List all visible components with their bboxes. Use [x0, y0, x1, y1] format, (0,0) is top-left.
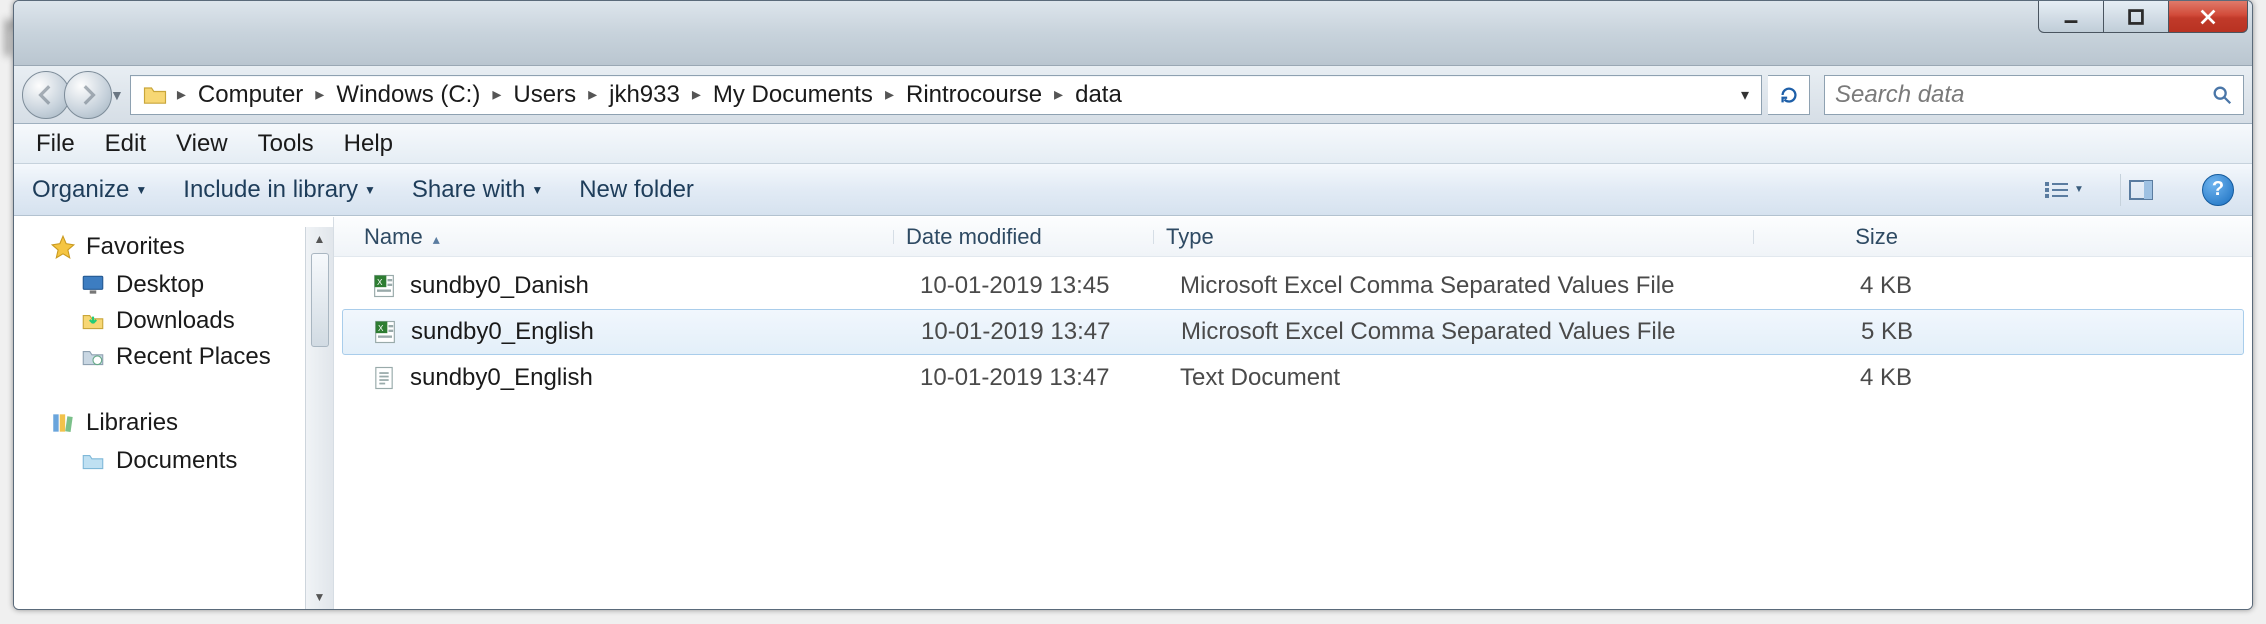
sidebar: Favorites Desktop Downloads Recent Place…: [14, 217, 334, 609]
sort-indicator-icon: ▴: [433, 231, 440, 247]
sidebar-item-desktop[interactable]: Desktop: [42, 267, 305, 303]
new-folder-button[interactable]: New folder: [579, 176, 694, 204]
maximize-button[interactable]: [2103, 1, 2169, 33]
breadcrumb-item[interactable]: Windows (C:): [326, 76, 490, 114]
scroll-thumb[interactable]: [311, 253, 329, 347]
breadcrumb-sep[interactable]: ▸: [175, 84, 188, 105]
menu-edit[interactable]: Edit: [91, 126, 160, 162]
breadcrumb-sep[interactable]: ▸: [1052, 84, 1065, 105]
column-headers: Name▴ Date modified Type Size: [334, 217, 2252, 257]
file-name: sundby0_Danish: [410, 272, 589, 300]
titlebar: [14, 1, 2252, 66]
file-type: Microsoft Excel Comma Separated Values F…: [1168, 272, 1768, 300]
organize-button[interactable]: Organize▼: [32, 176, 147, 204]
file-row[interactable]: Xsundby0_Danish 10-01-2019 13:45Microsoft…: [342, 263, 2244, 309]
nav-buttons: ▼: [22, 71, 124, 119]
help-button[interactable]: ?: [2202, 174, 2234, 206]
forward-button[interactable]: [64, 71, 112, 119]
documents-icon: [80, 448, 106, 474]
preview-pane-button[interactable]: [2120, 174, 2160, 206]
minimize-button[interactable]: [2038, 1, 2104, 33]
breadcrumb-sep[interactable]: ▸: [490, 84, 503, 105]
menu-bar: File Edit View Tools Help: [14, 124, 2252, 164]
excel-csv-icon: X: [371, 318, 399, 346]
menu-tools[interactable]: Tools: [244, 126, 328, 162]
breadcrumb-item[interactable]: Users: [503, 76, 586, 114]
breadcrumb-sep[interactable]: ▸: [313, 84, 326, 105]
column-date[interactable]: Date modified: [894, 224, 1154, 250]
include-in-library-button[interactable]: Include in library▼: [183, 176, 376, 204]
scroll-down-icon[interactable]: ▼: [314, 585, 326, 609]
file-size: 5 KB: [1769, 318, 1949, 346]
svg-text:X: X: [377, 278, 383, 287]
sidebar-libraries[interactable]: Libraries: [42, 403, 305, 443]
share-with-button[interactable]: Share with▼: [412, 176, 543, 204]
breadcrumb-item[interactable]: My Documents: [703, 76, 883, 114]
sidebar-item-downloads[interactable]: Downloads: [42, 303, 305, 339]
address-bar[interactable]: ▸ Computer ▸ Windows (C:) ▸ Users ▸ jkh9…: [130, 75, 1762, 115]
address-row: ▼ ▸ Computer ▸ Windows (C:) ▸ Users ▸ jk…: [14, 66, 2252, 124]
file-name: sundby0_English: [411, 318, 594, 346]
address-dropdown[interactable]: ▾: [1733, 85, 1757, 105]
explorer-window: ▼ ▸ Computer ▸ Windows (C:) ▸ Users ▸ jk…: [13, 0, 2253, 610]
sidebar-scrollbar[interactable]: ▲ ▼: [305, 227, 333, 609]
sidebar-favorites[interactable]: Favorites: [42, 227, 305, 267]
command-bar: Organize▼ Include in library▼ Share with…: [14, 164, 2252, 216]
sidebar-item-label: Documents: [116, 447, 237, 475]
breadcrumb-item[interactable]: Rintrocourse: [896, 76, 1052, 114]
column-size[interactable]: Size: [1754, 224, 1934, 250]
search-icon: [2211, 84, 2233, 106]
search-input[interactable]: Search data: [1824, 75, 2244, 115]
downloads-icon: [80, 308, 106, 334]
file-row[interactable]: sundby0_English 10-01-2019 13:47Text Docu…: [342, 355, 2244, 401]
sidebar-item-label: Downloads: [116, 307, 235, 335]
file-row[interactable]: Xsundby0_English 10-01-2019 13:47Microsof…: [342, 309, 2244, 355]
menu-help[interactable]: Help: [330, 126, 407, 162]
refresh-button[interactable]: [1768, 75, 1810, 115]
sidebar-label: Libraries: [86, 409, 178, 437]
file-type: Text Document: [1168, 364, 1768, 392]
text-file-icon: [370, 364, 398, 392]
file-size: 4 KB: [1768, 272, 1948, 300]
breadcrumb-item[interactable]: Computer: [188, 76, 313, 114]
file-list: Name▴ Date modified Type Size Xsundby0_D…: [334, 217, 2252, 609]
star-icon: [50, 234, 76, 260]
file-date: 10-01-2019 13:47: [909, 318, 1169, 346]
folder-icon: [141, 81, 169, 109]
sidebar-item-label: Recent Places: [116, 343, 271, 371]
svg-text:X: X: [378, 324, 384, 333]
file-date: 10-01-2019 13:47: [908, 364, 1168, 392]
libraries-icon: [50, 410, 76, 436]
sidebar-label: Favorites: [86, 233, 185, 261]
search-placeholder: Search data: [1835, 81, 2211, 109]
nav-recent-dropdown[interactable]: ▼: [110, 87, 124, 103]
desktop-icon: [80, 272, 106, 298]
scroll-up-icon[interactable]: ▲: [314, 227, 326, 251]
breadcrumb-sep[interactable]: ▸: [690, 84, 703, 105]
recent-icon: [80, 344, 106, 370]
sidebar-item-label: Desktop: [116, 271, 204, 299]
file-type: Microsoft Excel Comma Separated Values F…: [1169, 318, 1769, 346]
menu-file[interactable]: File: [22, 126, 89, 162]
sidebar-item-recent-places[interactable]: Recent Places: [42, 339, 305, 375]
body: Favorites Desktop Downloads Recent Place…: [14, 216, 2252, 609]
excel-csv-icon: X: [370, 272, 398, 300]
back-button[interactable]: [22, 71, 70, 119]
breadcrumb-sep[interactable]: ▸: [883, 84, 896, 105]
file-date: 10-01-2019 13:45: [908, 272, 1168, 300]
breadcrumb-item[interactable]: jkh933: [599, 76, 690, 114]
file-name: sundby0_English: [410, 364, 593, 392]
close-button[interactable]: [2168, 1, 2248, 33]
column-type[interactable]: Type: [1154, 224, 1754, 250]
breadcrumb-item[interactable]: data: [1065, 76, 1132, 114]
column-name[interactable]: Name▴: [334, 224, 894, 250]
sidebar-item-documents[interactable]: Documents: [42, 443, 305, 479]
view-options-button[interactable]: ▼: [2044, 174, 2084, 206]
menu-view[interactable]: View: [162, 126, 242, 162]
window-controls: [2039, 1, 2248, 33]
breadcrumb-sep[interactable]: ▸: [586, 84, 599, 105]
file-size: 4 KB: [1768, 364, 1948, 392]
